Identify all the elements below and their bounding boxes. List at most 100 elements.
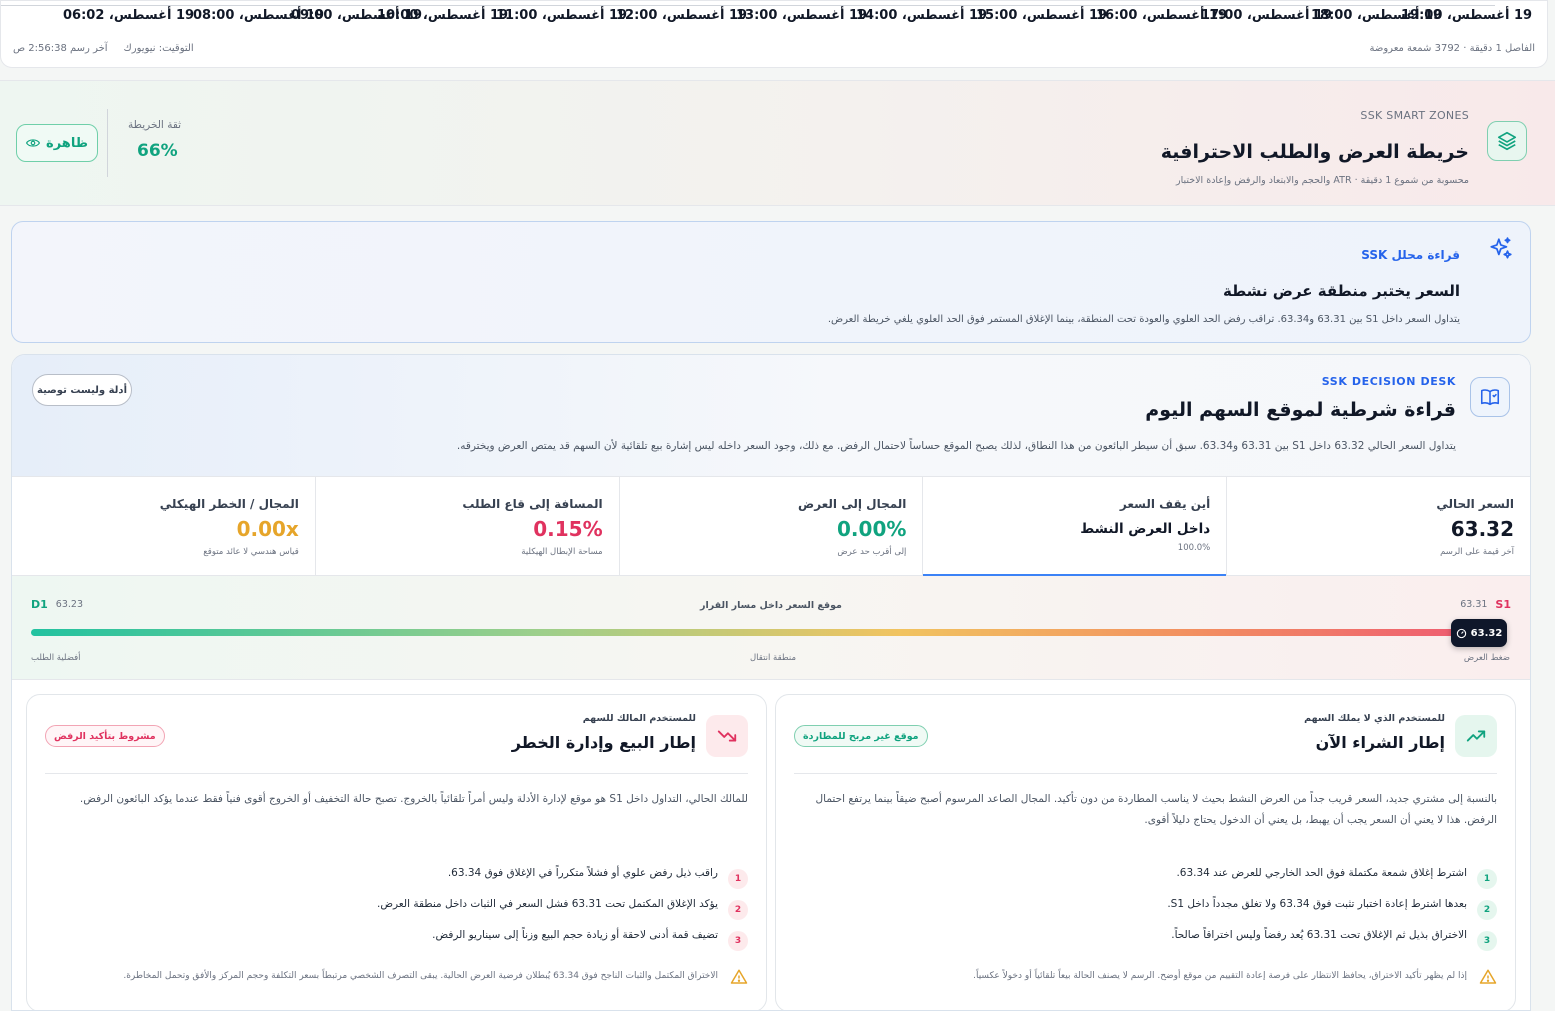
metric-label: المسافة إلى قاع الطلب — [462, 497, 603, 511]
supply-value: 63.31 — [1460, 599, 1488, 610]
demand-code: D1 — [31, 598, 48, 611]
list-item-text: راقب ذيل رفض علوي أو فشلاً متكرراً في ال… — [447, 867, 718, 879]
analyst-reading-card: قراءة محلل SSK السعر يختبر منطقة عرض نشط… — [11, 221, 1531, 343]
zone-label-supply: ضغط العرض — [1463, 653, 1510, 663]
book-icon — [1470, 377, 1510, 417]
sparkles-icon — [1490, 237, 1512, 259]
time-axis-label: 19 أغسطس، 11:00 — [496, 8, 628, 23]
zone-label-demand: أفضلية الطلب — [31, 653, 81, 663]
path-caption: موقع السعر داخل مسار القرار — [700, 600, 842, 611]
marker-value: 63.32 — [1470, 627, 1503, 639]
step-number: 3 — [728, 931, 748, 951]
decision-desk-card: SSK DECISION DESK قراءة شرطية لموقع السه… — [11, 354, 1531, 1011]
time-axis-label: 19 أغسطس، 14:00 — [856, 8, 988, 23]
smart-zones-header: SSK SMART ZONES خريطة العرض والطلب الاحت… — [0, 80, 1555, 206]
metric-room-to-supply: المجال إلى العرض 0.00% إلى أقرب حد عرض — [618, 477, 923, 575]
draw-meta: التوقيت: نيويورك آخر رسم 2:56:38 ص — [13, 43, 194, 54]
metric-current-price: السعر الحالي 63.32 آخر قيمة على الرسم — [1226, 477, 1530, 575]
eye-icon — [26, 139, 41, 147]
list-item: 2 يؤكد الإغلاق المكتمل تحت 63.31 فشل السع… — [45, 896, 748, 927]
metric-sub: 100.0% — [1177, 543, 1211, 553]
time-axis-label: 19 أغسطس، 10:00 — [377, 8, 509, 23]
metric-price-position[interactable]: أين يقف السعر داخل العرض النشط 100.0% — [922, 477, 1227, 576]
gauge-icon — [1456, 628, 1466, 638]
desk-header: SSK DECISION DESK قراءة شرطية لموقع السه… — [12, 355, 1530, 476]
visibility-label: ظاهرة — [46, 135, 88, 151]
zones-eyebrow: SSK SMART ZONES — [1360, 109, 1469, 122]
warning-text: إذا لم يظهر تأكيد الاختراق، يحافظ الانتظ… — [973, 971, 1467, 981]
metric-value: 0.00x — [236, 517, 299, 541]
list-item-text: يؤكد الإغلاق المكتمل تحت 63.31 فشل السعر… — [376, 898, 718, 910]
confidence-label: ثقة الخريطة — [128, 119, 182, 131]
metric-value: 0.00% — [837, 517, 907, 541]
step-number: 1 — [728, 869, 748, 889]
step-number: 2 — [728, 900, 748, 920]
metric-value: داخل العرض النشط — [1080, 521, 1211, 537]
list-item-text: اشترط إغلاق شمعة مكتملة فوق الحد الخارجي… — [1176, 867, 1467, 879]
metric-label: المجال / الخطر الهيكلي — [159, 497, 299, 511]
list-item: 1 راقب ذيل رفض علوي أو فشلاً متكرراً في ا… — [45, 865, 748, 896]
demand-value: 63.23 — [55, 599, 83, 610]
metric-sub: آخر قيمة على الرسم — [1440, 547, 1514, 557]
warning-icon — [730, 969, 748, 984]
metric-sub: قياس هندسي لا عائد متوقع — [203, 547, 299, 557]
metric-label: المجال إلى العرض — [798, 497, 907, 511]
condition-list: 1 اشترط إغلاق شمعة مكتملة فوق الحد الخارج… — [794, 865, 1497, 958]
interval-info: الفاصل 1 دقيقة · 3792 شمعة معروضة — [1369, 43, 1536, 54]
panel-body: بالنسبة إلى مشتري جديد، السعر قريب جداً … — [815, 793, 1497, 826]
metric-distance-to-demand: المسافة إلى قاع الطلب 0.15% مساحة الإبطا… — [314, 477, 619, 575]
analyst-title: السعر يختبر منطقة عرض نشطة — [1222, 282, 1460, 300]
time-axis-label: 19 أغسطس، 12:00 — [616, 8, 748, 23]
warning-text: الاختراق المكتمل والثبات الناجح فوق 63.3… — [123, 971, 718, 981]
trending-down-icon — [706, 715, 748, 757]
zones-subtitle: محسوبة من شموع 1 دقيقة · ATR والحجم والا… — [1176, 175, 1469, 186]
visibility-toggle-button[interactable]: ظاهرة — [16, 124, 98, 162]
metrics-row: السعر الحالي 63.32 آخر قيمة على الرسم أي… — [12, 476, 1530, 576]
desk-title: قراءة شرطية لموقع السهم اليوم — [1145, 399, 1456, 421]
list-item: 1 اشترط إغلاق شمعة مكتملة فوق الحد الخارج… — [794, 865, 1497, 896]
step-number: 2 — [1477, 900, 1497, 920]
metric-label: أين يقف السعر — [1119, 497, 1211, 511]
buy-framework-panel: للمستخدم الذي لا يملك السهم إطار الشراء … — [775, 694, 1516, 1010]
panel-eyebrow: للمستخدم الذي لا يملك السهم — [1304, 713, 1445, 724]
evidence-badge: أدلة وليست توصية — [32, 374, 132, 406]
list-item: 3 الاختراق بذيل ثم الإغلاق تحت 63.31 يُعد… — [794, 927, 1497, 958]
time-axis-label: 19 أغسطس، 06:02 — [63, 8, 195, 23]
analyst-body: يتداول السعر داخل S1 بين 63.31 و63.34. ت… — [827, 314, 1460, 325]
last-draw-label: آخر رسم 2:56:38 ص — [13, 43, 108, 54]
step-number: 3 — [1477, 931, 1497, 951]
layers-icon — [1487, 121, 1527, 161]
panel-title: إطار الشراء الآن — [1315, 733, 1445, 752]
time-axis-label: 19 أغسطس، 15:00 — [976, 8, 1108, 23]
path-gradient-bar — [31, 629, 1479, 636]
warning-icon — [1479, 969, 1497, 984]
price-marker: 63.32 — [1451, 619, 1507, 647]
desk-body: يتداول السعر الحالي 63.32 داخل S1 بين 63… — [456, 440, 1456, 452]
list-item-text: تضيف قمة أدنى لاحقة أو زيادة حجم البيع و… — [432, 929, 718, 941]
condition-list: 1 راقب ذيل رفض علوي أو فشلاً متكرراً في ا… — [45, 865, 748, 958]
metric-label: السعر الحالي — [1436, 497, 1514, 511]
timezone-label: التوقيت: نيويورك — [123, 43, 194, 54]
time-axis-label: 19 أغسطس، 19:00 — [1401, 8, 1533, 23]
desk-eyebrow: SSK DECISION DESK — [1321, 375, 1456, 388]
metric-value: 63.32 — [1450, 517, 1514, 541]
zones-title: خريطة العرض والطلب الاحترافية — [1160, 141, 1469, 163]
decision-path: موقع السعر داخل مسار القرار D1 63.23 63.… — [12, 576, 1530, 680]
metric-reward-risk: المجال / الخطر الهيكلي 0.00x قياس هندسي … — [12, 477, 315, 575]
trending-up-icon — [1455, 715, 1497, 757]
demand-end: D1 63.23 — [31, 598, 83, 611]
supply-code: S1 — [1495, 598, 1511, 611]
panel-warning: الاختراق المكتمل والثبات الناجح فوق 63.3… — [45, 969, 748, 984]
metric-sub: إلى أقرب حد عرض — [837, 547, 907, 557]
panel-title: إطار البيع وإدارة الخطر — [511, 733, 696, 752]
panel-warning: إذا لم يظهر تأكيد الاختراق، يحافظ الانتظ… — [794, 969, 1497, 984]
analyst-eyebrow: قراءة محلل SSK — [1361, 248, 1460, 262]
status-badge: موقع غير مربح للمطاردة — [794, 725, 928, 747]
time-axis: 19 أغسطس، 06:02 19 أغسطس، 08:00 19 أغسطس… — [1, 5, 1532, 27]
list-item-text: بعدها اشترط إعادة اختبار تثبت فوق 63.34 … — [1167, 898, 1467, 910]
time-axis-label: 19 أغسطس، 13:00 — [736, 8, 868, 23]
list-item: 3 تضيف قمة أدنى لاحقة أو زيادة حجم البيع … — [45, 927, 748, 958]
panel-body: للمالك الحالي، التداول داخل S1 هو موقع ل… — [79, 793, 748, 805]
list-item-text: الاختراق بذيل ثم الإغلاق تحت 63.31 يُعد … — [1171, 929, 1467, 941]
metric-value: 0.15% — [533, 517, 603, 541]
